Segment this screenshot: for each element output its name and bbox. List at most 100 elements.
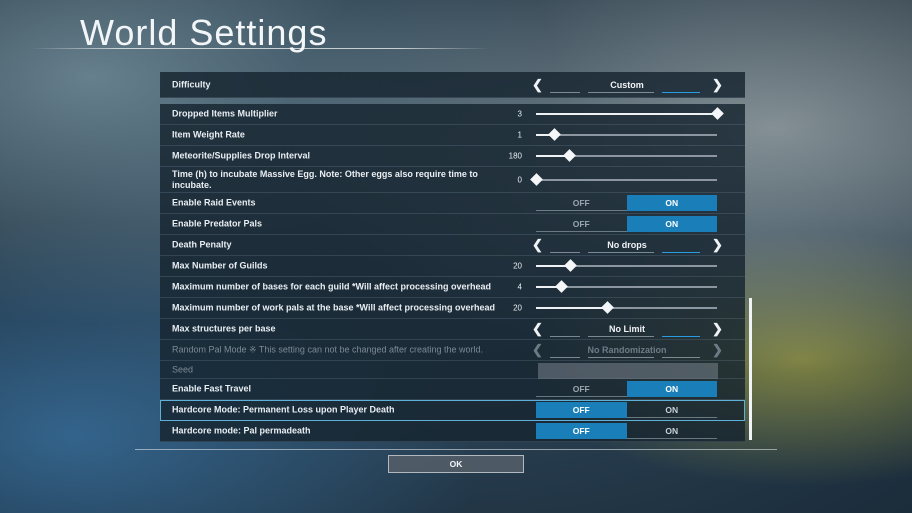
- selector-segment: [588, 252, 654, 253]
- setting-row-seed: Seed: [160, 361, 745, 379]
- toggle-option-off[interactable]: OFF: [536, 195, 627, 211]
- setting-value: 180: [508, 151, 522, 161]
- slider-handle[interactable]: [711, 107, 724, 120]
- setting-row-enable-predator-pals[interactable]: Enable Predator Pals OFF ON: [160, 214, 745, 235]
- on-off-toggle[interactable]: OFF ON: [536, 423, 717, 439]
- slider-handle[interactable]: [564, 259, 578, 272]
- setting-label: Item Weight Rate: [172, 129, 245, 140]
- setting-label: Maximum number of bases for each guild *…: [172, 281, 491, 292]
- setting-row-hardcore-mode-permanent-loss-upon-player[interactable]: Hardcore Mode: Permanent Loss upon Playe…: [160, 400, 745, 421]
- setting-label: Enable Predator Pals: [172, 218, 263, 229]
- settings-panel: Difficulty ❮ Custom ❯ Dropped Items Multipli…: [160, 72, 752, 444]
- setting-row-difficulty[interactable]: Difficulty ❮ Custom ❯: [160, 72, 745, 98]
- toggle-option-off[interactable]: OFF: [536, 216, 627, 232]
- chevron-right-icon[interactable]: ❯: [712, 237, 723, 253]
- slider-handle[interactable]: [600, 301, 614, 314]
- slider-track[interactable]: [536, 280, 717, 293]
- slider-track[interactable]: [536, 301, 717, 314]
- setting-row-maximum-number-of-bases-for-each-guild-w[interactable]: Maximum number of bases for each guild *…: [160, 277, 745, 298]
- setting-row-time-h-to-incubate-massive-egg-note-othe[interactable]: Time (h) to incubate Massive Egg. Note: …: [160, 167, 745, 193]
- setting-row-max-number-of-guilds[interactable]: Max Number of Guilds 20: [160, 256, 745, 277]
- setting-label: Hardcore Mode: Permanent Loss upon Playe…: [172, 404, 395, 415]
- setting-label: Enable Raid Events: [172, 197, 256, 208]
- selector-segment: [550, 91, 580, 93]
- chevron-left-icon[interactable]: ❮: [532, 77, 543, 93]
- slider-handle[interactable]: [555, 280, 569, 293]
- selector-segment: [662, 91, 700, 93]
- slider-track[interactable]: [536, 259, 717, 272]
- setting-row-meteorite-supplies-drop-interval[interactable]: Meteorite/Supplies Drop Interval 180: [160, 146, 745, 167]
- chevron-left-icon[interactable]: ❮: [532, 237, 543, 253]
- selector-value: No Limit: [609, 324, 645, 334]
- toggle-option-on[interactable]: ON: [626, 423, 717, 439]
- toggle-option-off[interactable]: OFF: [536, 381, 627, 397]
- toggle-option-on[interactable]: ON: [626, 216, 717, 232]
- seed-input: [538, 363, 718, 379]
- slider-fill: [536, 113, 717, 115]
- option-selector[interactable]: ❮ Custom ❯: [532, 77, 723, 93]
- setting-row-max-structures-per-base[interactable]: Max structures per base ❮ No Limit ❯: [160, 319, 745, 340]
- setting-label: Max structures per base: [172, 323, 276, 334]
- setting-label: Time (h) to incubate Massive Egg. Note: …: [172, 168, 478, 190]
- setting-row-maximum-number-of-work-pals-at-the-base-[interactable]: Maximum number of work pals at the base …: [160, 298, 745, 319]
- option-selector[interactable]: ❮ No drops ❯: [532, 237, 723, 253]
- setting-label: Difficulty: [172, 79, 211, 89]
- selector-segment: [588, 357, 654, 358]
- setting-label: Dropped Items Multiplier: [172, 108, 278, 119]
- title-divider: [30, 48, 490, 49]
- setting-row-enable-raid-events[interactable]: Enable Raid Events OFF ON: [160, 193, 745, 214]
- setting-label: Random Pal Mode ※ This setting can not b…: [172, 344, 484, 355]
- slider-track[interactable]: [536, 149, 717, 162]
- selector-segment: [662, 336, 700, 337]
- setting-value: 1: [517, 130, 522, 140]
- setting-value: 4: [517, 282, 522, 292]
- slider-track[interactable]: [536, 128, 717, 141]
- option-selector[interactable]: ❮ No Limit ❯: [532, 321, 723, 337]
- ok-button[interactable]: OK: [388, 455, 524, 473]
- setting-value: 20: [513, 261, 522, 271]
- toggle-option-off[interactable]: OFF: [536, 402, 627, 418]
- setting-row-random-pal-mode-this-setting-can-not-be-: Random Pal Mode ※ This setting can not b…: [160, 340, 745, 361]
- toggle-option-on[interactable]: ON: [626, 402, 717, 418]
- setting-value: 20: [513, 303, 522, 313]
- selector-segment: [662, 357, 700, 358]
- on-off-toggle[interactable]: OFF ON: [536, 195, 717, 211]
- setting-label: Meteorite/Supplies Drop Interval: [172, 150, 311, 161]
- setting-row-enable-fast-travel[interactable]: Enable Fast Travel OFF ON: [160, 379, 745, 400]
- setting-row-item-weight-rate[interactable]: Item Weight Rate 1: [160, 125, 745, 146]
- selector-value: Custom: [610, 79, 644, 90]
- setting-value: 3: [517, 109, 522, 119]
- setting-label: Death Penalty: [172, 239, 232, 250]
- slider-handle[interactable]: [548, 128, 561, 141]
- setting-label: Enable Fast Travel: [172, 383, 252, 394]
- setting-label: Hardcore mode: Pal permadeath: [172, 425, 311, 436]
- selector-segment: [588, 91, 654, 93]
- chevron-right-icon[interactable]: ❯: [712, 321, 723, 337]
- setting-label: Maximum number of work pals at the base …: [172, 302, 496, 313]
- setting-label: Max Number of Guilds: [172, 260, 268, 271]
- toggle-option-on[interactable]: ON: [626, 381, 717, 397]
- on-off-toggle[interactable]: OFF ON: [536, 381, 717, 397]
- slider-handle[interactable]: [562, 149, 576, 162]
- toggle-option-off[interactable]: OFF: [536, 423, 627, 439]
- slider-track[interactable]: [536, 107, 724, 120]
- slider-track[interactable]: [530, 172, 717, 186]
- selector-segment: [550, 252, 580, 253]
- toggle-option-on[interactable]: ON: [626, 195, 717, 211]
- chevron-right-icon[interactable]: ❯: [712, 77, 723, 93]
- chevron-left-icon[interactable]: ❮: [532, 321, 543, 337]
- on-off-toggle[interactable]: OFF ON: [536, 216, 717, 232]
- slider-fill: [536, 307, 607, 309]
- chevron-left-icon: ❮: [532, 342, 543, 357]
- option-selector: ❮ No Randomization ❯: [532, 342, 723, 358]
- on-off-toggle[interactable]: OFF ON: [536, 402, 717, 418]
- selector-value: No Randomization: [587, 345, 667, 355]
- setting-row-hardcore-mode-pal-permadeath[interactable]: Hardcore mode: Pal permadeath OFF ON: [160, 421, 745, 442]
- setting-row-death-penalty[interactable]: Death Penalty ❮ No drops ❯: [160, 235, 745, 256]
- setting-row-dropped-items-multiplier[interactable]: Dropped Items Multiplier 3: [160, 104, 745, 125]
- scrollbar[interactable]: [749, 298, 752, 440]
- panel-divider: [135, 449, 777, 450]
- chevron-right-icon: ❯: [712, 342, 723, 357]
- selector-segment: [588, 336, 654, 337]
- slider-handle[interactable]: [530, 172, 543, 186]
